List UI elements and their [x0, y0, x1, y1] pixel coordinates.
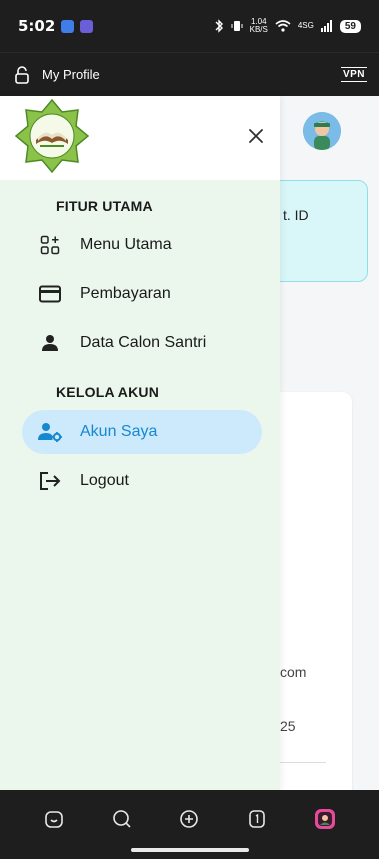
- school-logo: [14, 98, 90, 174]
- info-card-text: t. ID: [283, 207, 309, 223]
- lock-icon[interactable]: [12, 65, 32, 85]
- battery-level: 59: [339, 19, 361, 33]
- close-icon: [249, 129, 263, 143]
- home-button[interactable]: [42, 807, 66, 831]
- browser-bottom-nav: [0, 790, 379, 859]
- menu-item-label: Data Calon Santri: [80, 334, 207, 351]
- menu-item-label: Pembayaran: [80, 285, 171, 302]
- profile-icon: [315, 809, 336, 829]
- menu-item-label: Akun Saya: [80, 423, 158, 440]
- wifi-icon: [275, 20, 291, 32]
- credit-card-icon: [38, 282, 62, 306]
- close-drawer-button[interactable]: [242, 122, 270, 150]
- apps-add-icon: [38, 233, 62, 257]
- profile-button[interactable]: [313, 807, 337, 831]
- status-indicators: 1.04 KB/S 4SG 59: [214, 18, 361, 34]
- vibrate-icon: [231, 21, 243, 31]
- signal-icon: [320, 20, 332, 32]
- menu-item-logout[interactable]: Logout: [22, 459, 262, 503]
- tabs-icon: [249, 810, 266, 828]
- menu-item-akun-saya[interactable]: Akun Saya: [22, 410, 262, 454]
- menu-item-pembayaran[interactable]: Pembayaran: [22, 272, 262, 316]
- status-time: 5:02: [18, 17, 56, 35]
- info-card: t. ID: [268, 180, 368, 282]
- network-speed-unit: KB/S: [249, 25, 268, 34]
- drawer-header: [0, 96, 280, 180]
- number-value: 25: [280, 718, 296, 734]
- logout-icon: [38, 469, 62, 493]
- bluetooth-icon: [215, 19, 223, 33]
- person-icon: [38, 331, 62, 355]
- user-gear-icon: [38, 420, 62, 444]
- new-tab-icon: [180, 810, 199, 828]
- home-indicator[interactable]: [131, 848, 249, 852]
- menu-item-label: Menu Utama: [80, 236, 172, 253]
- avatar-image: [303, 112, 341, 150]
- browser-bar: My Profile VPN: [0, 52, 379, 96]
- search-button[interactable]: [110, 807, 134, 831]
- vpn-button[interactable]: VPN: [340, 67, 367, 82]
- home-icon: [45, 811, 63, 828]
- section-title-fitur-utama: FITUR UTAMA: [56, 198, 153, 214]
- notification-app-icon: [80, 19, 94, 33]
- status-bar: 5:02 1.04 KB/S 4SG 59: [0, 0, 379, 52]
- divider: [280, 762, 326, 763]
- menu-item-menu-utama[interactable]: Menu Utama: [22, 223, 262, 267]
- navigation-drawer: FITUR UTAMA Menu Utama Pembayaran Data C…: [0, 96, 280, 790]
- notification-app-icon: [61, 19, 75, 33]
- email-value: com: [280, 664, 307, 680]
- page-title: My Profile: [42, 67, 100, 82]
- avatar[interactable]: [303, 112, 341, 150]
- tabs-button[interactable]: [245, 807, 269, 831]
- menu-item-label: Logout: [80, 472, 129, 489]
- network-type: 4SG: [297, 21, 314, 30]
- new-tab-button[interactable]: [177, 807, 201, 831]
- profile-card: com 25: [268, 392, 352, 812]
- network-speed: 1.04 KB/S: [250, 18, 268, 34]
- section-title-kelola-akun: KELOLA AKUN: [56, 384, 160, 400]
- menu-item-data-calon-santri[interactable]: Data Calon Santri: [22, 321, 262, 365]
- search-icon: [112, 810, 131, 828]
